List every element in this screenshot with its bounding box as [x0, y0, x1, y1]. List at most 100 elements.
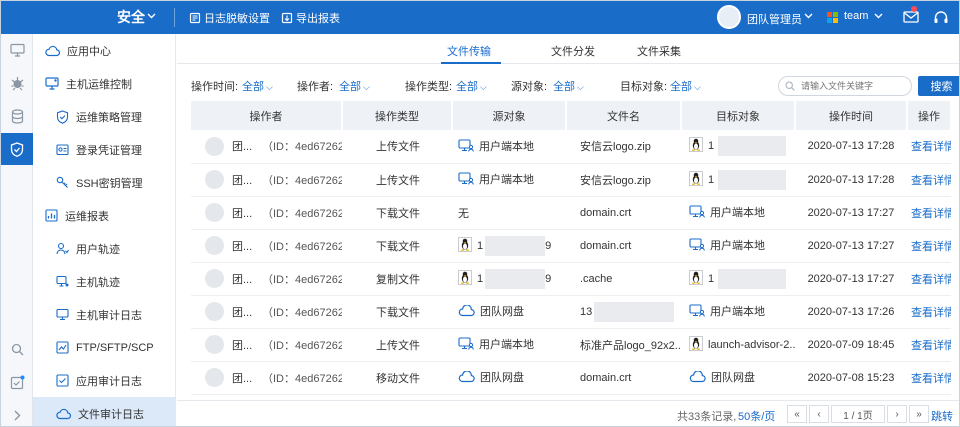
product-switcher[interactable]: 安全: [117, 7, 145, 27]
target-filter[interactable]: 全部 ⌵: [670, 78, 701, 94]
view-details-link[interactable]: 查看详情: [911, 141, 951, 153]
last-page-button[interactable]: »: [909, 405, 929, 423]
operator-id: （ID：4ed67262）: [262, 273, 342, 286]
target-cell: 1: [681, 130, 795, 164]
jump-button[interactable]: 跳转: [931, 408, 953, 424]
page-indicator: 1 / 1页: [831, 405, 885, 423]
rail-item-virus[interactable]: [1, 67, 33, 99]
sidebar-item-host-ops[interactable]: 主机运维控制: [33, 67, 176, 100]
app-window: 安全 日志脱敏设置 导出报表 团队管理员 team 应用中心 主机运维控制 运维…: [0, 0, 960, 427]
table-row: 团... （ID：4ed67262） 上传文件 用户端本地 安信云logo.zip 1 20…: [191, 130, 951, 164]
sidebar-item-ssh-keys[interactable]: SSH密钥管理: [33, 166, 176, 199]
target-cell: 用户端本地: [681, 295, 795, 329]
host-track-icon: [56, 275, 69, 287]
pagination: 共33条记录, 50条/页 « ‹ 1 / 1页 › » 跳转: [177, 400, 959, 426]
linux-icon: [458, 236, 472, 255]
log-mask-settings-button[interactable]: 日志脱敏设置: [189, 10, 270, 26]
linux-icon: [689, 269, 703, 288]
search-button[interactable]: 搜索: [918, 76, 959, 96]
sidebar-item-ops-policy[interactable]: 运维策略管理: [33, 100, 176, 133]
operator-cell: 团... （ID：4ed67262）: [191, 229, 342, 263]
file-search-input[interactable]: [778, 76, 912, 96]
rail-item-security[interactable]: [1, 133, 33, 165]
sidebar-item-app-audit-log[interactable]: 应用审计日志: [33, 364, 176, 397]
view-details-link[interactable]: 查看详情: [911, 307, 951, 319]
sidebar-item-ops-reports[interactable]: 运维报表: [33, 199, 176, 232]
headset-icon[interactable]: [933, 10, 949, 25]
source-cell: 无: [452, 196, 566, 230]
op-type-cell: 上传文件: [342, 328, 452, 362]
time-text: 2020-07-13 17:27: [807, 272, 895, 285]
chevron-down-icon[interactable]: [804, 13, 813, 19]
source-filter[interactable]: 全部 ⌵: [553, 78, 584, 94]
rail-item-database[interactable]: [1, 100, 33, 132]
tab-file-distribution[interactable]: 文件分发: [551, 43, 595, 59]
filename-text: domain.crt: [580, 239, 632, 252]
active-tab-indicator: [441, 62, 501, 64]
table-body: 团...（ID：4ed67262）上传文件用户端本地安信云logo.zip120…: [191, 130, 951, 395]
export-report-button[interactable]: 导出报表: [281, 10, 340, 26]
source-cell: 团队网盘: [452, 361, 566, 395]
sidebar-item-host-audit-log[interactable]: 主机审计日志: [33, 298, 176, 331]
team-switcher[interactable]: team: [844, 10, 868, 22]
page-size-select[interactable]: 50条/页: [738, 408, 775, 424]
user-avatar[interactable]: [717, 5, 741, 29]
first-page-button[interactable]: «: [787, 405, 807, 423]
view-details-link[interactable]: 查看详情: [911, 175, 951, 187]
op-type-text: 下载文件: [376, 207, 420, 220]
view-details-link[interactable]: 查看详情: [911, 241, 951, 253]
operator-cell: 团... （ID：4ed67262）: [191, 295, 342, 329]
filename-cell: 标准产品logo_92x2...: [566, 328, 681, 362]
op-type-text: 下载文件: [376, 240, 420, 253]
tab-file-collection[interactable]: 文件采集: [637, 43, 681, 59]
source-text: 用户端本地: [479, 173, 534, 186]
op-type-cell: 上传文件: [342, 163, 452, 197]
op-type-text: 上传文件: [376, 141, 420, 154]
source-text: 无: [458, 207, 469, 220]
op-user-filter[interactable]: 全部 ⌵: [339, 78, 370, 94]
user-name[interactable]: 团队管理员: [747, 11, 802, 27]
header-target: 目标对象: [681, 101, 796, 130]
operator-name: 团...: [232, 141, 253, 154]
mail-icon[interactable]: [903, 10, 919, 24]
sidebar-item-host-track[interactable]: 主机轨迹: [33, 265, 176, 298]
chevron-down-icon[interactable]: [874, 13, 883, 19]
op-type-value: 全部: [456, 81, 478, 93]
op-type-cell: 移动文件: [342, 361, 452, 395]
header-operator: 操作者: [191, 101, 343, 130]
rail-expand-button[interactable]: [1, 399, 33, 426]
next-page-button[interactable]: ›: [887, 405, 907, 423]
op-time-filter[interactable]: 全部 ⌵: [242, 78, 273, 94]
sidebar-item-user-track[interactable]: 用户轨迹: [33, 232, 176, 265]
target-cell: 用户端本地: [681, 196, 795, 230]
view-details-link[interactable]: 查看详情: [911, 340, 951, 352]
rail-item-search[interactable]: [1, 333, 33, 365]
time-text: 2020-07-13 17:26: [807, 305, 895, 318]
time-text: 2020-07-08 15:23: [807, 371, 895, 384]
sidebar-item-credentials[interactable]: 登录凭证管理: [33, 133, 176, 166]
sidebar-item-label: 主机运维控制: [66, 78, 132, 91]
prev-page-button[interactable]: ‹: [809, 405, 829, 423]
user-local-icon: [458, 337, 474, 353]
linux-icon: [458, 269, 472, 288]
sidebar-item-app-center[interactable]: 应用中心: [33, 34, 176, 67]
target-cell: 团队网盘: [681, 361, 795, 395]
tab-file-transfer[interactable]: 文件传输: [447, 43, 491, 59]
op-type-filter[interactable]: 全部 ⌵: [456, 78, 487, 94]
operator-cell: 团... （ID：4ed67262）: [191, 196, 342, 230]
redacted-block: [485, 235, 546, 256]
rail-item-tasks[interactable]: [1, 366, 33, 398]
sidebar-item-ftp-log[interactable]: FTP/SFTP/SCP: [33, 331, 176, 364]
sidebar-item-file-audit-log[interactable]: 文件审计日志: [33, 397, 176, 426]
header-action: 操作: [907, 101, 951, 130]
operator-name: 团...: [232, 372, 253, 385]
chevron-down-icon[interactable]: [147, 13, 156, 19]
view-details-link[interactable]: 查看详情: [911, 274, 951, 286]
checklist-icon: [10, 375, 24, 389]
time-text: 2020-07-09 18:45: [807, 338, 895, 351]
rail-item-monitor[interactable]: [1, 34, 33, 66]
view-details-link[interactable]: 查看详情: [911, 208, 951, 220]
op-time-value: 全部: [242, 81, 264, 93]
source-text: 用户端本地: [479, 338, 534, 351]
view-details-link[interactable]: 查看详情: [911, 373, 951, 385]
